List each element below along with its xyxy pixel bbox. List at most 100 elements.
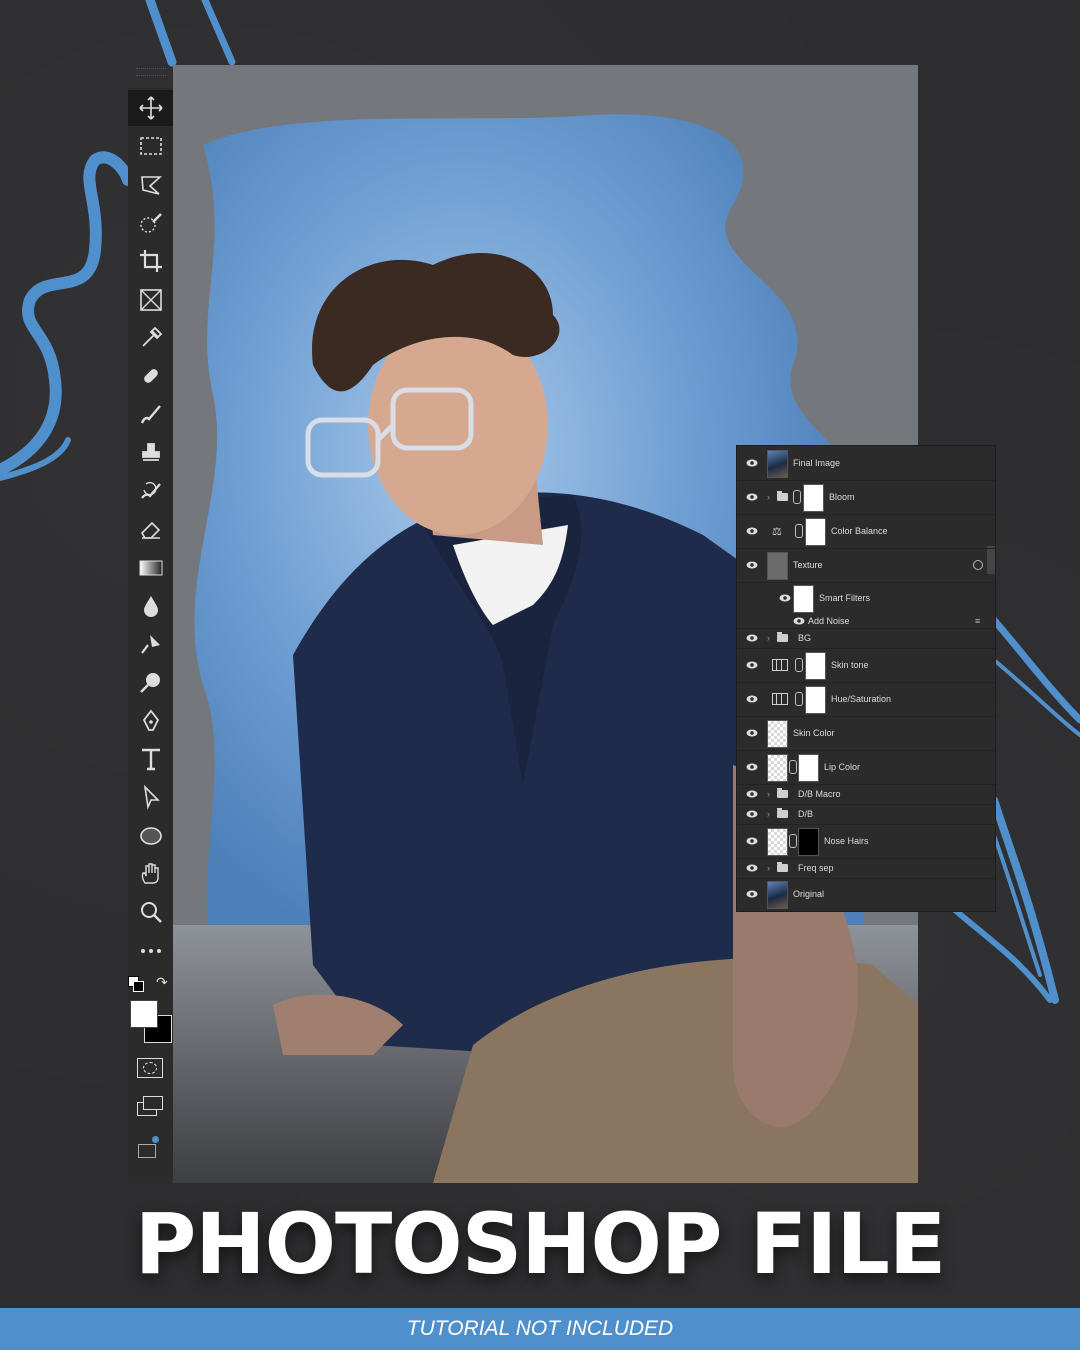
layer-mask-thumbnail <box>798 754 819 782</box>
layer-skin-tone[interactable]: Skin tone <box>737 648 995 683</box>
visibility-eye-icon[interactable] <box>746 790 758 798</box>
visibility-eye-icon[interactable] <box>779 594 791 602</box>
screen-mode-button[interactable] <box>137 1096 163 1116</box>
eraser-tool-button[interactable] <box>128 511 173 547</box>
chevron-right-icon[interactable]: › <box>767 809 770 819</box>
visibility-eye-icon[interactable] <box>746 864 758 872</box>
visibility-eye-icon[interactable] <box>746 634 758 642</box>
layer-original[interactable]: Original <box>737 878 995 910</box>
visibility-eye-icon[interactable] <box>746 810 758 818</box>
layer-final-image[interactable]: Final Image <box>737 446 995 481</box>
link-chain-icon[interactable] <box>789 760 797 774</box>
visibility-eye-icon[interactable] <box>746 527 758 535</box>
visibility-eye-icon[interactable] <box>746 661 758 669</box>
layer-bloom[interactable]: › Bloom <box>737 480 995 515</box>
link-chain-icon[interactable] <box>789 834 797 848</box>
ellipse-tool-button[interactable] <box>128 818 173 854</box>
layer-bg[interactable]: › BG <box>737 628 995 649</box>
layer-mask-thumbnail <box>805 686 826 714</box>
path-selection-button[interactable] <box>128 779 173 815</box>
layer-db-macro[interactable]: › D/B Macro <box>737 784 995 805</box>
layer-mask-thumbnail <box>805 518 826 546</box>
layer-name: BG <box>798 633 812 643</box>
zoom-tool-button[interactable] <box>128 894 173 930</box>
default-colors-icon[interactable] <box>128 976 144 992</box>
quick-mask-button[interactable] <box>137 1058 163 1078</box>
link-chain-icon[interactable] <box>795 524 803 538</box>
gradient-tool-button[interactable] <box>128 550 173 586</box>
visibility-eye-icon[interactable] <box>746 763 758 771</box>
chevron-right-icon[interactable]: › <box>767 789 770 799</box>
folder-icon <box>777 788 788 798</box>
history-brush-button[interactable] <box>128 473 173 509</box>
healing-brush-button[interactable] <box>128 358 173 394</box>
visibility-eye-icon[interactable] <box>746 459 758 467</box>
pen-tool-button[interactable] <box>128 703 173 739</box>
crop-tool-button[interactable] <box>128 243 173 279</box>
visibility-eye-icon[interactable] <box>746 837 758 845</box>
layer-texture[interactable]: Texture <box>737 548 995 583</box>
link-chain-icon[interactable] <box>795 692 803 706</box>
zoom-tool-icon <box>140 902 162 924</box>
footer-banner: TUTORIAL NOT INCLUDED <box>0 1308 1080 1350</box>
filter-options-icon[interactable]: ≡ <box>975 616 980 626</box>
visibility-eye-icon[interactable] <box>746 729 758 737</box>
tool-bar: ↷ <box>128 68 173 1178</box>
layer-lip-color[interactable]: Lip Color <box>737 750 995 785</box>
generative-fill-icon[interactable] <box>138 1136 162 1158</box>
link-chain-icon[interactable] <box>795 658 803 672</box>
smart-object-thumbnail <box>767 552 788 580</box>
layer-name: Final Image <box>793 458 841 468</box>
layer-color-balance[interactable]: ⚖ Color Balance <box>737 514 995 549</box>
layer-name: Hue/Saturation <box>831 694 892 704</box>
marquee-tool-button[interactable] <box>128 128 173 164</box>
type-tool-button[interactable] <box>128 741 173 777</box>
eyedropper-tool-button[interactable] <box>128 320 173 356</box>
clone-stamp-button[interactable] <box>128 435 173 471</box>
balance-scale-icon: ⚖ <box>772 525 782 538</box>
visibility-eye-icon[interactable] <box>746 890 758 898</box>
layer-thumbnail <box>767 450 788 478</box>
dodge-tool-button[interactable] <box>128 626 173 662</box>
layer-thumbnail <box>767 881 788 909</box>
brush-tool-button[interactable] <box>128 396 173 432</box>
lasso-tool-button[interactable] <box>128 167 173 203</box>
layer-hue-saturation[interactable]: Hue/Saturation <box>737 682 995 717</box>
layer-skin-color[interactable]: Skin Color <box>737 716 995 751</box>
folder-icon <box>777 808 788 818</box>
move-tool-button[interactable] <box>128 90 173 126</box>
layer-freq-sep[interactable]: › Freq sep <box>737 858 995 879</box>
layer-nose-hairs[interactable]: Nose Hairs <box>737 824 995 859</box>
chevron-right-icon[interactable]: › <box>767 492 770 502</box>
link-chain-icon[interactable] <box>793 490 801 504</box>
more-tools-icon <box>140 948 161 953</box>
visibility-eye-icon[interactable] <box>746 695 758 703</box>
type-tool-icon <box>141 748 160 771</box>
layer-smart-filters[interactable]: Smart Filters <box>737 582 995 614</box>
visibility-eye-icon[interactable] <box>746 561 758 569</box>
path-selection-icon <box>143 785 160 811</box>
quick-selection-tool-button[interactable] <box>128 205 173 241</box>
layer-db[interactable]: › D/B <box>737 804 995 825</box>
visibility-eye-icon[interactable] <box>793 617 805 625</box>
visibility-eye-icon[interactable] <box>746 493 758 501</box>
adjustment-layer-icon <box>772 659 788 671</box>
swap-colors-icon[interactable]: ↷ <box>156 974 168 991</box>
layer-name: Smart Filters <box>819 593 871 603</box>
filter-add-noise[interactable]: Add Noise ≡ <box>737 614 995 629</box>
frame-tool-button[interactable] <box>128 282 173 318</box>
hand-tool-button[interactable] <box>128 856 173 892</box>
foreground-color-swatch[interactable] <box>130 1000 158 1028</box>
chevron-right-icon[interactable]: › <box>767 633 770 643</box>
layer-name: D/B Macro <box>798 789 841 799</box>
toolbar-grip[interactable] <box>136 68 166 76</box>
crop-tool-icon <box>139 250 162 273</box>
blur-tool-icon <box>143 595 158 617</box>
smart-filter-toggle-icon[interactable] <box>973 560 983 570</box>
chevron-right-icon[interactable]: › <box>767 863 770 873</box>
zoom-path-button[interactable] <box>128 665 173 701</box>
lasso-tool-icon <box>140 175 162 195</box>
eraser-tool-icon <box>140 522 160 540</box>
more-tools-button[interactable] <box>128 933 173 969</box>
blur-tool-button[interactable] <box>128 588 173 624</box>
